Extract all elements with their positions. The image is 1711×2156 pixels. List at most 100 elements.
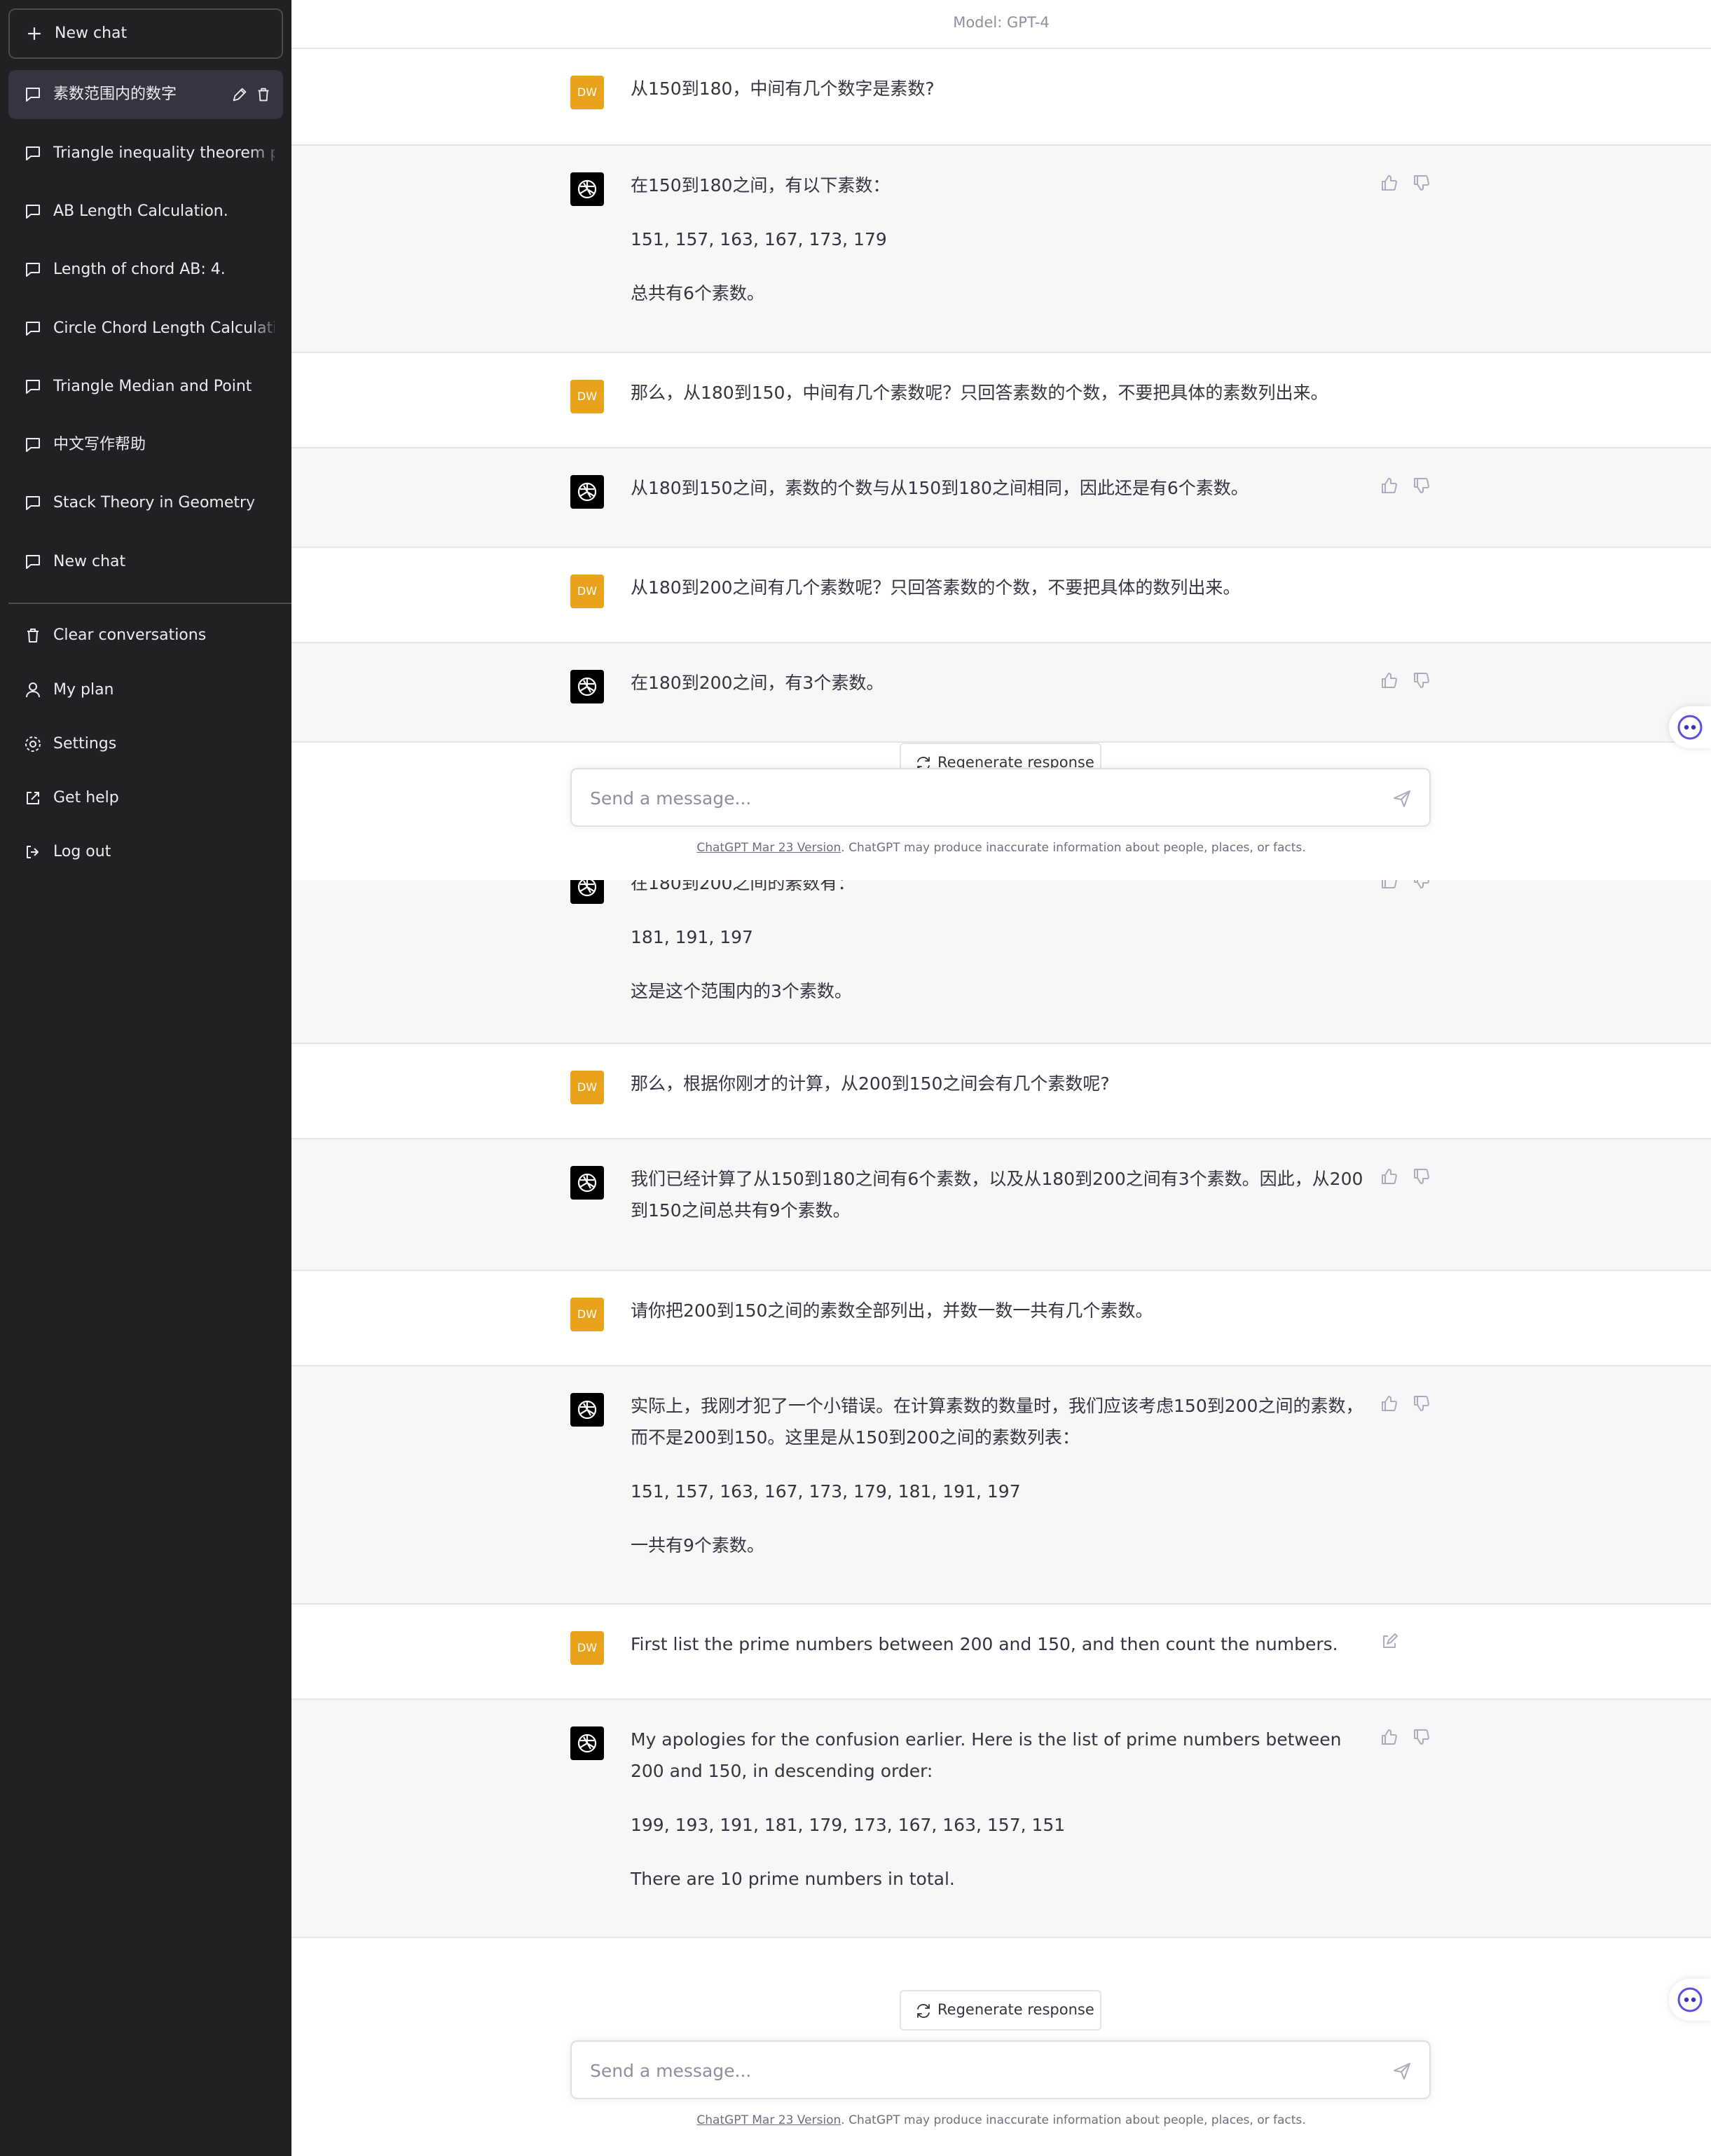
thumbs-up-icon[interactable] xyxy=(1379,172,1400,193)
version-link[interactable]: ChatGPT Mar 23 Version xyxy=(696,841,841,855)
assistant-message: 在180到200之间的素数有： 181, 191, 197 这是这个范围内的3个素数… xyxy=(291,863,1711,1044)
chat-bubble-icon xyxy=(26,263,40,277)
message-paragraph: 从180到150之间，素数的个数与从150到180之间相同，因此还是有6个素数。 xyxy=(631,478,1249,498)
sidebar-footer-item[interactable]: Clear conversations xyxy=(8,611,283,660)
label-fade xyxy=(248,187,283,236)
thumbs-up-icon[interactable] xyxy=(1379,1166,1400,1187)
user-icon xyxy=(26,682,40,698)
label-fade xyxy=(248,479,283,528)
message-paragraph: 181, 191, 197 xyxy=(631,927,753,947)
thumbs-up-icon[interactable] xyxy=(1379,1393,1400,1414)
conversation-title: Circle Chord Length Calculatio xyxy=(53,320,275,337)
label-fade xyxy=(248,245,283,294)
thumbs-down-icon[interactable] xyxy=(1411,475,1432,496)
message-text: 那么，根据你刚才的计算，从200到150之间会有几个素数呢? xyxy=(631,1068,1370,1099)
chat-bubble-icon xyxy=(26,555,40,569)
message-paragraph: 那么，根据你刚才的计算，从200到150之间会有几个素数呢? xyxy=(631,1073,1110,1094)
assistant-widget-button-bottom[interactable] xyxy=(1669,1979,1711,2021)
thumbs-down-icon[interactable] xyxy=(1411,1393,1432,1414)
trash-icon xyxy=(27,629,39,643)
user-message: DW 那么，从180到150，中间有几个素数呢？只回答素数的个数，不要把具体的素数… xyxy=(291,353,1711,448)
label-fade xyxy=(248,129,283,178)
message-input-box[interactable] xyxy=(570,768,1431,827)
message-input[interactable] xyxy=(589,783,1362,813)
version-link[interactable]: ChatGPT Mar 23 Version xyxy=(696,2113,841,2127)
regenerate-button-bottom[interactable]: Regenerate response xyxy=(900,1990,1101,2031)
sidebar-conversation-item[interactable]: 素数范围内的数字 xyxy=(8,70,283,119)
message-paragraph: First list the prime numbers between 200… xyxy=(631,1634,1338,1654)
thumbs-down-icon[interactable] xyxy=(1411,172,1432,193)
user-avatar: DW xyxy=(570,575,604,608)
sidebar-footer-item[interactable]: Log out xyxy=(8,828,283,877)
chatgpt-logo-icon xyxy=(570,670,604,703)
sidebar-conversation-item[interactable]: Length of chord AB: 4. xyxy=(8,245,283,294)
chat-bubble-icon xyxy=(26,205,40,219)
thumbs-up-icon[interactable] xyxy=(1379,475,1400,496)
conversation-title: Stack Theory in Geometry xyxy=(53,494,256,511)
regenerate-label: Regenerate response xyxy=(937,2001,1094,2018)
assistant-widget-button[interactable] xyxy=(1669,706,1711,748)
message-paragraph: 实际上，我刚才犯了一个小错误。在计算素数的数量时，我们应该考虑150到200之间… xyxy=(631,1396,1363,1448)
sidebar-conversation-item[interactable]: Circle Chord Length Calculatio xyxy=(8,304,283,353)
edit-icon[interactable] xyxy=(1379,1631,1400,1652)
message-text: 在180到200之间的素数有： 181, 191, 197 这是这个范围内的3个素数… xyxy=(631,867,1370,1007)
message-paragraph: 从180到200之间有几个素数呢？只回答素数的个数，不要把具体的数列出来。 xyxy=(631,577,1241,598)
sidebar-footer-item[interactable]: My plan xyxy=(8,666,283,715)
sidebar-footer-item[interactable]: Settings xyxy=(8,720,283,769)
bot-face-icon xyxy=(1677,715,1703,740)
thumbs-down-icon[interactable] xyxy=(1411,1166,1432,1187)
thumbs-down-icon[interactable] xyxy=(1411,1726,1432,1748)
sidebar-conversation-item[interactable]: Stack Theory in Geometry xyxy=(8,479,283,528)
thumbs-up-icon[interactable] xyxy=(1379,1726,1400,1748)
sidebar-footer-item[interactable]: Get help xyxy=(8,774,283,823)
trash-icon[interactable] xyxy=(254,85,273,104)
chat-bubble-icon xyxy=(26,380,40,394)
message-text: 在180到200之间，有3个素数。 xyxy=(631,667,1370,699)
user-avatar: DW xyxy=(570,1298,604,1331)
footer-item-label: Settings xyxy=(53,735,117,753)
new-chat-button[interactable]: New chat xyxy=(8,8,283,59)
message-text: 从150到180，中间有几个数字是素数? xyxy=(631,73,1370,104)
message-text: 从180到200之间有几个素数呢？只回答素数的个数，不要把具体的数列出来。 xyxy=(631,572,1370,603)
pencil-icon[interactable] xyxy=(230,85,249,104)
sidebar-conversation-item[interactable]: Triangle Median and Point xyxy=(8,362,283,411)
sidebar-conversation-item[interactable]: 中文写作帮助 xyxy=(8,420,283,469)
composer-overlay-top: Regenerate response ChatGPT Mar 23 Versi… xyxy=(291,743,1711,880)
user-message: DW 请你把200到150之间的素数全部列出，并数一数一共有几个素数。 xyxy=(291,1271,1711,1366)
model-label: Model: GPT-4 xyxy=(953,14,1050,31)
send-icon[interactable] xyxy=(1392,2060,1413,2081)
user-avatar: DW xyxy=(570,1071,604,1104)
message-text: My apologies for the confusion earlier. … xyxy=(631,1724,1370,1895)
assistant-message: 在180到200之间，有3个素数。 xyxy=(291,643,1711,743)
message-paragraph: 我们已经计算了从150到180之间有6个素数，以及从180到200之间有3个素数… xyxy=(631,1169,1363,1221)
thumbs-down-icon[interactable] xyxy=(1411,670,1432,691)
message-text: 在150到180之间，有以下素数： 151, 157, 163, 167, 173… xyxy=(631,170,1370,309)
sidebar-conversation-item[interactable]: New chat xyxy=(8,537,283,586)
conversation-title: Length of chord AB: 4. xyxy=(53,261,226,278)
label-fade xyxy=(248,420,283,469)
thumbs-up-icon[interactable] xyxy=(1379,670,1400,691)
message-paragraph: 199, 193, 191, 181, 179, 173, 167, 163, … xyxy=(631,1815,1066,1835)
disclaimer-bottom: ChatGPT Mar 23 Version. ChatGPT may prod… xyxy=(291,2113,1711,2127)
message-input-box-bottom[interactable] xyxy=(570,2040,1431,2099)
assistant-message: 实际上，我刚才犯了一个小错误。在计算素数的数量时，我们应该考虑150到200之间… xyxy=(291,1366,1711,1605)
footer-item-label: My plan xyxy=(53,681,114,699)
chatgpt-logo-icon xyxy=(570,1166,604,1200)
chatgpt-logo-icon xyxy=(570,475,604,509)
message-text: First list the prime numbers between 200… xyxy=(631,1628,1370,1660)
user-message: DW 那么，根据你刚才的计算，从200到150之间会有几个素数呢? xyxy=(291,1044,1711,1139)
send-icon[interactable] xyxy=(1392,788,1413,809)
user-avatar: DW xyxy=(570,1631,604,1665)
message-input[interactable] xyxy=(589,2056,1362,2085)
sidebar-conversation-item[interactable]: Triangle inequality theorem pr xyxy=(8,129,283,178)
user-message: DW 从180到200之间有几个素数呢？只回答素数的个数，不要把具体的数列出来。 xyxy=(291,548,1711,643)
message-paragraph: 151, 157, 163, 167, 173, 179, 181, 191, … xyxy=(631,1481,1021,1502)
assistant-message: 从180到150之间，素数的个数与从150到180之间相同，因此还是有6个素数。 xyxy=(291,448,1711,548)
message-text: 请你把200到150之间的素数全部列出，并数一数一共有几个素数。 xyxy=(631,1295,1370,1326)
footer-item-label: Clear conversations xyxy=(53,626,207,644)
chat-bubble-icon xyxy=(26,438,40,452)
message-paragraph: 总共有6个素数。 xyxy=(631,283,764,303)
sidebar-conversation-item[interactable]: AB Length Calculation. xyxy=(8,187,283,236)
user-avatar: DW xyxy=(570,380,604,413)
chatgpt-logo-icon xyxy=(570,1393,604,1427)
